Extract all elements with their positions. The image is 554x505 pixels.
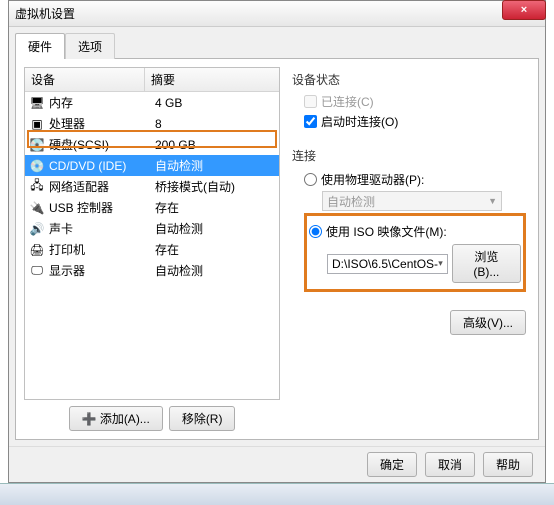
table-row[interactable]: 🖵 显示器 自动检测 <box>25 260 279 281</box>
status-label: 设备状态 <box>292 71 526 88</box>
connect-on-input[interactable] <box>304 115 317 128</box>
status-group: 设备状态 已连接(C) 启动时连接(O) <box>292 71 526 137</box>
network-icon: 🖧 <box>29 180 45 194</box>
device-name: 显示器 <box>49 262 149 279</box>
table-row[interactable]: 💿 CD/DVD (IDE) 自动检测 <box>25 155 279 176</box>
connected-checkbox[interactable]: 已连接(C) <box>304 93 526 110</box>
physical-text: 使用物理驱动器(P): <box>321 171 424 188</box>
close-icon: × <box>521 4 527 16</box>
device-summary: 桥接模式(自动) <box>149 178 275 195</box>
settings-dialog: 虚拟机设置 × 硬件 选项 设备 摘要 🖥 内存 4 GB <box>8 0 546 483</box>
physical-radio[interactable]: 使用物理驱动器(P): <box>304 171 526 188</box>
browse-button[interactable]: 浏览(B)... <box>452 244 521 283</box>
remove-button[interactable]: 移除(R) <box>169 406 236 431</box>
table-row[interactable]: 💽 硬盘(SCSI) 200 GB <box>25 134 279 155</box>
highlight-annotation: 使用 ISO 映像文件(M): D:\ISO\6.5\CentOS-6.5-x8… <box>304 213 526 292</box>
iso-radio-input[interactable] <box>309 225 322 238</box>
physical-drive-select: 自动检测 ▼ <box>322 191 502 211</box>
physical-radio-input[interactable] <box>304 173 317 186</box>
tab-strip: 硬件 选项 <box>9 27 545 59</box>
memory-icon: 🖥 <box>29 96 45 110</box>
advanced-button[interactable]: 高级(V)... <box>450 310 526 335</box>
device-name: 打印机 <box>49 241 149 258</box>
add-button[interactable]: ➕ 添加(A)... <box>69 406 163 431</box>
device-name: 硬盘(SCSI) <box>49 136 149 153</box>
iso-path-combo[interactable]: D:\ISO\6.5\CentOS-6.5-x86 ▾ <box>327 254 448 274</box>
device-summary: 存在 <box>149 199 275 216</box>
device-name: 内存 <box>49 94 149 111</box>
device-name: 网络适配器 <box>49 178 149 195</box>
table-row[interactable]: 🔌 USB 控制器 存在 <box>25 197 279 218</box>
taskbar <box>0 483 554 505</box>
physical-value: 自动检测 <box>327 193 375 210</box>
cpu-icon: ▣ <box>29 117 45 131</box>
tab-options[interactable]: 选项 <box>65 33 115 59</box>
chevron-down-icon: ▾ <box>438 258 443 269</box>
iso-text: 使用 ISO 映像文件(M): <box>326 223 447 240</box>
add-label: 添加(A)... <box>100 412 150 426</box>
table-row[interactable]: 🔊 声卡 自动检测 <box>25 218 279 239</box>
device-list: 设备 摘要 🖥 内存 4 GB ▣ 处理器 8 💽 <box>24 67 280 400</box>
device-summary: 8 <box>149 117 275 131</box>
device-summary: 自动检测 <box>149 262 275 279</box>
table-row[interactable]: 🖥 内存 4 GB <box>25 92 279 113</box>
usb-icon: 🔌 <box>29 201 45 215</box>
device-summary: 存在 <box>149 241 275 258</box>
content-area: 设备 摘要 🖥 内存 4 GB ▣ 处理器 8 💽 <box>15 58 539 440</box>
display-icon: 🖵 <box>29 264 45 278</box>
device-name: 处理器 <box>49 115 149 132</box>
connection-group: 连接 使用物理驱动器(P): 自动检测 ▼ <box>292 147 526 292</box>
header-summary: 摘要 <box>145 68 279 91</box>
device-summary: 自动检测 <box>149 157 275 174</box>
close-button[interactable]: × <box>502 0 546 20</box>
table-row[interactable]: 🖧 网络适配器 桥接模式(自动) <box>25 176 279 197</box>
cancel-button[interactable]: 取消 <box>425 452 475 477</box>
right-pane: 设备状态 已连接(C) 启动时连接(O) 连接 <box>288 67 530 431</box>
table-row[interactable]: ▣ 处理器 8 <box>25 113 279 134</box>
header-device: 设备 <box>25 68 145 91</box>
device-summary: 4 GB <box>149 96 275 110</box>
device-summary: 自动检测 <box>149 220 275 237</box>
help-button[interactable]: 帮助 <box>483 452 533 477</box>
ok-button[interactable]: 确定 <box>367 452 417 477</box>
window-title: 虚拟机设置 <box>15 5 75 22</box>
title-bar: 虚拟机设置 × <box>9 1 545 27</box>
advanced-row: 高级(V)... <box>292 310 526 335</box>
connection-label: 连接 <box>292 147 526 164</box>
left-pane: 设备 摘要 🖥 内存 4 GB ▣ 处理器 8 💽 <box>24 67 280 431</box>
iso-radio[interactable]: 使用 ISO 映像文件(M): <box>295 223 521 240</box>
device-name: CD/DVD (IDE) <box>49 159 149 173</box>
dialog-footer: 确定 取消 帮助 <box>9 446 545 482</box>
tab-hardware[interactable]: 硬件 <box>15 33 65 59</box>
device-name: 声卡 <box>49 220 149 237</box>
connect-on-text: 启动时连接(O) <box>321 113 398 130</box>
left-buttons: ➕ 添加(A)... 移除(R) <box>24 406 280 431</box>
device-summary: 200 GB <box>149 138 275 152</box>
connected-input <box>304 95 317 108</box>
sound-icon: 🔊 <box>29 222 45 236</box>
cdrom-icon: 💿 <box>29 159 45 173</box>
table-header: 设备 摘要 <box>25 68 279 92</box>
printer-icon: 🖨 <box>29 243 45 257</box>
connected-text: 已连接(C) <box>321 93 374 110</box>
device-name: USB 控制器 <box>49 199 149 216</box>
chevron-down-icon: ▼ <box>488 196 497 206</box>
connect-on-checkbox[interactable]: 启动时连接(O) <box>304 113 526 130</box>
iso-path-value: D:\ISO\6.5\CentOS-6.5-x86 <box>332 257 438 271</box>
table-row[interactable]: 🖨 打印机 存在 <box>25 239 279 260</box>
plus-icon: ➕ <box>82 412 97 426</box>
disk-icon: 💽 <box>29 138 45 152</box>
